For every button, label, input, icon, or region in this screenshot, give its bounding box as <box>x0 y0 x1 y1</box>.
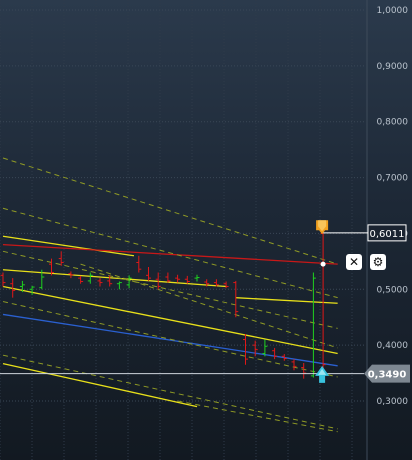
trend-lines[interactable] <box>2 157 338 433</box>
channel-line[interactable] <box>2 157 338 265</box>
channel-line[interactable] <box>177 400 338 433</box>
trend-line[interactable] <box>2 269 227 288</box>
y-tick-label: 1,0000 <box>377 6 409 16</box>
trend-line[interactable] <box>235 297 338 304</box>
trend-line[interactable] <box>2 285 338 355</box>
current-marker <box>320 261 326 267</box>
settings-button[interactable]: ⚙ <box>370 254 386 270</box>
y-tick-label: 0,7000 <box>377 174 409 184</box>
price-chart[interactable]: 1,00000,90000,80000,70000,60000,50000,40… <box>0 0 412 460</box>
trend-line[interactable] <box>2 243 338 265</box>
close-button[interactable]: ✕ <box>346 254 362 270</box>
y-tick-label: 0,3000 <box>377 397 409 407</box>
trend-line[interactable] <box>2 313 338 367</box>
y-tick-label: 0,8000 <box>377 118 409 128</box>
channel-line[interactable] <box>2 354 338 430</box>
gear-icon: ⚙ <box>372 255 384 269</box>
candles <box>0 232 326 379</box>
close-icon: ✕ <box>348 255 360 269</box>
trend-line[interactable] <box>2 362 198 408</box>
channel-line[interactable] <box>2 207 338 299</box>
lower-price-label: 0,3490 <box>368 370 407 381</box>
channel-line[interactable] <box>2 250 338 329</box>
channel-line[interactable] <box>2 301 338 378</box>
channel-line[interactable] <box>80 263 338 349</box>
y-axis: 1,00000,90000,80000,70000,60000,50000,40… <box>377 6 409 407</box>
upper-price-label: 0,6011 <box>370 229 405 240</box>
grid <box>0 0 368 460</box>
y-tick-label: 0,5000 <box>377 285 409 295</box>
y-tick-label: 0,9000 <box>377 62 409 72</box>
y-tick-label: 0,4000 <box>377 341 409 351</box>
